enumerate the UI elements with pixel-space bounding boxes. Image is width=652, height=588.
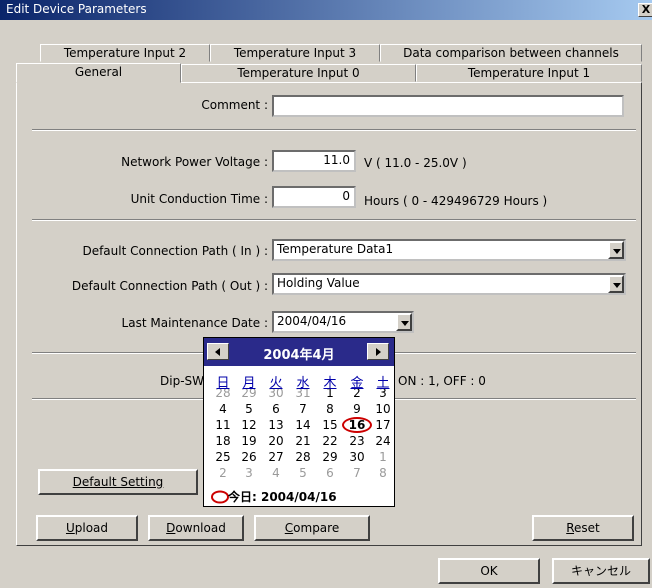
calendar-day[interactable]: 28 [290,450,316,465]
calendar-day[interactable]: 16 [342,417,372,433]
next-month-button[interactable] [367,343,389,360]
prev-month-button[interactable] [207,343,229,360]
reset-button[interactable]: Reset [532,515,634,541]
last-maintenance-date-value: 2004/04/16 [277,314,347,328]
weekday-header: 月 [242,376,256,391]
tab-temperature-input-3[interactable]: Temperature Input 3 [210,44,380,62]
calendar-month-title: 2004年4月 [263,348,335,363]
default-setting-button[interactable]: Default Setting [38,469,198,495]
close-icon[interactable]: X [638,3,652,17]
today-text: 今日: 2004/04/16 [228,490,337,504]
network-power-voltage-unit: V ( 11.0 - 25.0V ) [364,156,467,170]
chevron-left-icon [215,348,220,356]
calendar-day[interactable]: 6 [317,466,343,481]
weekday-header: 日 [216,376,230,391]
cancel-button[interactable]: キャンセル [552,558,650,584]
weekday-header: 土 [376,376,390,391]
calendar-day[interactable]: 17 [370,418,396,433]
tab-temperature-input-2[interactable]: Temperature Input 2 [40,44,210,62]
calendar-day[interactable]: 3 [236,466,262,481]
unit-conduction-time-label: Unit Conduction Time : [130,192,268,206]
selected-day-marker [342,417,372,433]
calendar-day[interactable]: 11 [210,418,236,433]
calendar-day[interactable]: 21 [290,434,316,449]
tab-data-comparison[interactable]: Data comparison between channels [380,44,642,62]
connection-path-out-label: Default Connection Path ( Out ) : [71,279,268,293]
comment-input[interactable] [272,95,624,117]
last-maintenance-date-picker[interactable]: 2004/04/16 [272,311,414,333]
window-title: Edit Device Parameters [6,2,147,16]
calendar-day[interactable]: 20 [263,434,289,449]
calendar-day[interactable]: 29 [317,450,343,465]
calendar-day[interactable]: 7 [344,466,370,481]
calendar-day[interactable]: 18 [210,434,236,449]
comment-label: Comment : [201,98,268,112]
network-power-voltage-input[interactable]: 11.0 [272,150,356,172]
calendar-day[interactable]: 2 [210,466,236,481]
ok-button[interactable]: OK [438,558,540,584]
compare-button[interactable]: Compare [254,515,370,541]
today-circle-icon [211,490,229,504]
connection-path-out-select[interactable]: Holding Value [272,273,626,295]
weekday-header: 水 [296,376,310,391]
calendar-header: 2004年4月 [204,338,394,366]
calendar-day[interactable]: 4 [210,402,236,417]
chevron-down-icon[interactable] [608,275,624,293]
calendar-day[interactable]: 19 [236,434,262,449]
calendar-day[interactable]: 8 [370,466,396,481]
calendar-day[interactable]: 12 [236,418,262,433]
calendar-day[interactable]: 4 [263,466,289,481]
dip-sw-note: ON : 1, OFF : 0 [398,374,486,388]
calendar-day[interactable]: 13 [263,418,289,433]
connection-path-in-value: Temperature Data1 [277,242,394,256]
weekday-header: 火 [269,376,283,391]
network-power-voltage-label: Network Power Voltage : [121,155,268,169]
upload-button[interactable]: Upload [36,515,138,541]
tab-temperature-input-0[interactable]: Temperature Input 0 [181,64,416,82]
calendar-day[interactable]: 8 [317,402,343,417]
connection-path-in-select[interactable]: Temperature Data1 [272,239,626,261]
calendar-day[interactable]: 25 [210,450,236,465]
calendar-day[interactable]: 27 [263,450,289,465]
calendar-day[interactable]: 5 [236,402,262,417]
calendar-day[interactable]: 23 [344,434,370,449]
today-row[interactable]: 今日: 2004/04/16 [204,488,394,506]
divider [32,129,636,131]
calendar-day[interactable]: 30 [344,450,370,465]
connection-path-in-label: Default Connection Path ( In ) : [82,244,268,258]
download-button[interactable]: Download [148,515,244,541]
calendar-day[interactable]: 9 [344,402,370,417]
connection-path-out-value: Holding Value [277,276,360,290]
calendar-day[interactable]: 26 [236,450,262,465]
chevron-right-icon [376,348,381,356]
calendar-day[interactable]: 15 [317,418,343,433]
calendar-day[interactable]: 24 [370,434,396,449]
calendar-day[interactable]: 7 [290,402,316,417]
unit-conduction-time-input[interactable]: 0 [272,186,356,208]
last-maintenance-date-label: Last Maintenance Date : [121,316,268,330]
calendar-day[interactable]: 5 [290,466,316,481]
calendar-day[interactable]: 10 [370,402,396,417]
dip-sw-label: Dip-SW [160,374,205,388]
chevron-down-icon[interactable] [608,241,624,259]
date-picker-calendar[interactable]: 2004年4月 28 29 30 31 1 2 3 4 5 6 7 8 9 10 11 12 13 14 15 16 1… [203,337,395,507]
calendar-day[interactable]: 1 [370,450,396,465]
weekday-header: 木 [323,376,337,391]
chevron-down-icon[interactable] [396,313,412,331]
weekday-header: 金 [350,376,364,391]
title-bar: Edit Device Parameters X [0,0,652,20]
calendar-day[interactable]: 14 [290,418,316,433]
tab-general[interactable]: General [16,63,181,83]
divider [32,219,636,221]
calendar-day[interactable]: 22 [317,434,343,449]
calendar-day[interactable]: 6 [263,402,289,417]
tab-temperature-input-1[interactable]: Temperature Input 1 [416,64,642,82]
unit-conduction-time-unit: Hours ( 0 - 429496729 Hours ) [364,194,548,208]
